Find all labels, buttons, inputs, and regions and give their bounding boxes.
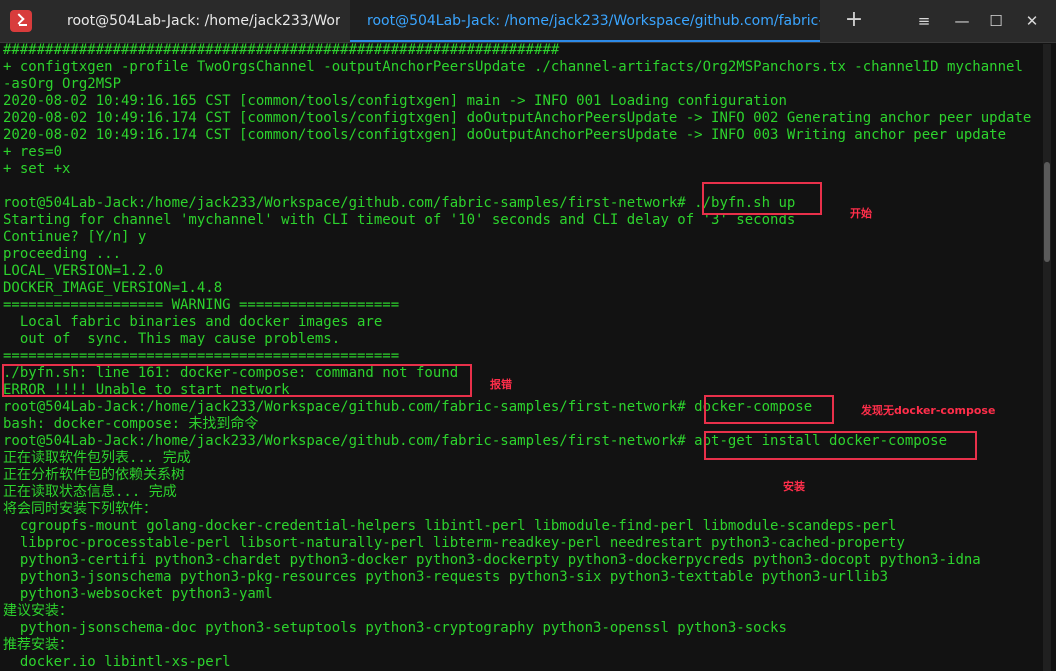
maximize-icon[interactable]: ☐: [984, 9, 1008, 33]
terminal-line: =================== WARNING ============…: [3, 297, 400, 313]
terminal-line: 推荐安装：: [3, 637, 73, 653]
terminal-line: root@504Lab-Jack:/home/jack233/Workspace…: [3, 195, 796, 211]
scrollbar-track[interactable]: [1043, 44, 1051, 671]
terminal-line: 2020-08-02 10:49:16.165 CST [common/tool…: [3, 93, 787, 109]
terminal-line: DOCKER_IMAGE_VERSION=1.4.8: [3, 280, 223, 296]
close-icon[interactable]: ✕: [1020, 9, 1044, 33]
tab-terminal-2-active[interactable]: root@504Lab-Jack: /home/jack233/Workspac…: [350, 0, 820, 42]
annotation-install: 安装: [783, 480, 805, 493]
terminal-line: 将会同时安装下列软件：: [3, 501, 157, 517]
terminal-line: Starting for channel 'mychannel' with CL…: [3, 212, 796, 228]
terminal-line: Continue? [Y/n] y: [3, 229, 147, 245]
terminal-line: ########################################…: [3, 42, 560, 58]
terminal-line: 2020-08-02 10:49:16.174 CST [common/tool…: [3, 110, 1032, 126]
minimize-icon[interactable]: —: [950, 9, 974, 33]
highlight-box-apt-get: [704, 431, 977, 460]
annotation-no-docker-compose: 发现无docker-compose: [861, 404, 996, 417]
terminal-line: root@504Lab-Jack:/home/jack233/Workspace…: [3, 399, 813, 415]
terminal-line: 正在读取软件包列表... 完成: [3, 450, 191, 466]
terminal-line: python3-certifi python3-chardet python3-…: [3, 552, 981, 568]
terminal-line: -asOrg Org2MSP: [3, 76, 122, 92]
terminal-line: + res=0: [3, 144, 63, 160]
scrollbar-thumb[interactable]: [1044, 162, 1050, 262]
terminal-line: 正在读取状态信息... 完成: [3, 484, 177, 500]
tab-bar: root@504Lab-Jack: /home/jack233/Wor root…: [0, 0, 1056, 43]
terminal-line: python-jsonschema-doc python3-setuptools…: [3, 620, 787, 636]
annotation-error: 报错: [490, 378, 512, 391]
terminal-app-icon: [10, 10, 32, 32]
terminal-line: LOCAL_VERSION=1.2.0: [3, 263, 164, 279]
terminal-line: python3-jsonschema python3-pkg-resources…: [3, 569, 889, 585]
highlight-box-byfn-up: [702, 182, 822, 215]
highlight-box-docker-compose: [704, 395, 834, 424]
terminal-line: proceeding ...: [3, 246, 122, 262]
menu-icon[interactable]: ≡: [912, 9, 936, 33]
terminal-line: 建议安装：: [3, 603, 73, 619]
terminal-line: Local fabric binaries and docker images …: [3, 314, 383, 330]
terminal-line: 2020-08-02 10:49:16.174 CST [common/tool…: [3, 127, 1007, 143]
terminal-line: bash: docker-compose: 未找到命令: [3, 416, 259, 432]
terminal-line: cgroupfs-mount golang-docker-credential-…: [3, 518, 897, 534]
highlight-box-error: [2, 364, 472, 397]
terminal-line: + set +x: [3, 161, 71, 177]
terminal-line: ========================================…: [3, 348, 400, 364]
terminal-line: out of sync. This may cause problems.: [3, 331, 341, 347]
annotation-start: 开始: [850, 207, 872, 220]
terminal-line: + configtxgen -profile TwoOrgsChannel -o…: [3, 59, 1023, 75]
terminal-line: libproc-processtable-perl libsort-natura…: [3, 535, 905, 551]
terminal-window: root@504Lab-Jack: /home/jack233/Wor root…: [0, 0, 1056, 671]
tab-terminal-1[interactable]: root@504Lab-Jack: /home/jack233/Wor: [40, 0, 340, 42]
terminal-line: python3-websocket python3-yaml: [3, 586, 273, 602]
new-tab-plus-icon[interactable]: +: [842, 8, 866, 32]
terminal-line: docker.io libintl-xs-perl: [3, 654, 231, 670]
terminal-output[interactable]: ########################################…: [0, 42, 1040, 671]
terminal-line: 正在分析软件包的依赖关系树: [3, 467, 185, 483]
